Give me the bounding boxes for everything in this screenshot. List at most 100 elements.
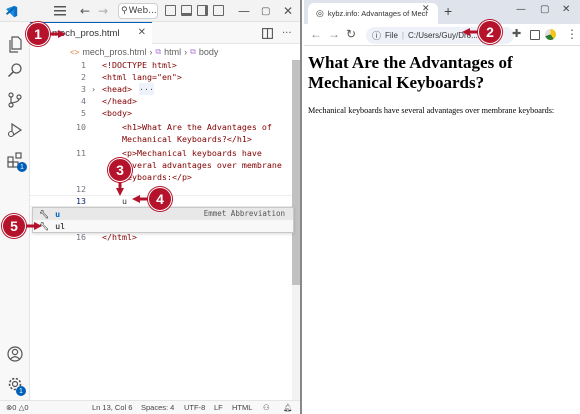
breadcrumb-file[interactable]: mech_pros.html (82, 47, 146, 57)
language-mode[interactable]: HTML (232, 403, 252, 412)
code-line: <html lang="en"> (102, 72, 182, 82)
command-center-search[interactable]: ⚲ Web... (118, 3, 158, 19)
fold-chevron-icon[interactable]: › (92, 85, 95, 94)
info-icon: ⓘ (372, 31, 382, 41)
customize-layout-icon[interactable] (213, 5, 224, 16)
notifications-bell-icon[interactable]: 🔔︎ (283, 403, 293, 412)
page-heading: What Are the Advantages of Mechanical Ke… (308, 53, 513, 92)
tab-close-icon[interactable]: ✕ (138, 27, 146, 38)
wrench-icon: 🔧︎ (39, 221, 50, 231)
browser-tabstrip: ◎ kybz.info: Advantages of Mecha ✕ + — ▢… (304, 0, 580, 24)
editor-scrollbar-thumb[interactable] (292, 60, 300, 285)
forward-arrow-icon[interactable]: → (98, 3, 108, 19)
element-icon: ⧉ (155, 47, 162, 56)
breadcrumb: <> mech_pros.html › ⧉ html › ⧉ body (30, 44, 300, 60)
line-number: 4 (81, 96, 86, 106)
copilot-icon[interactable]: ⚇ (263, 403, 270, 412)
manage-gear-icon[interactable]: 1 (0, 370, 30, 398)
close-window-icon[interactable]: ✕ (562, 4, 570, 15)
line-number: 10 (76, 122, 86, 132)
toggle-primary-sidebar-icon[interactable] (165, 5, 176, 16)
search-icon[interactable] (0, 56, 30, 84)
toggle-secondary-sidebar-icon[interactable] (197, 5, 208, 16)
side-panel-icon[interactable] (530, 30, 540, 40)
maximize-icon[interactable]: ▢ (540, 4, 549, 15)
callout-4: 4 (148, 187, 172, 211)
editor-tabs: mech_pros.html ✕ ··· (30, 22, 300, 44)
web-page-content: What Are the Advantages of Mechanical Ke… (304, 47, 580, 414)
code-line: <!DOCTYPE html> (102, 60, 177, 70)
encoding[interactable]: UTF-8 (184, 403, 205, 412)
extensions-badge: 1 (17, 162, 27, 172)
more-actions-icon[interactable]: ··· (282, 25, 292, 41)
globe-icon: ◎ (316, 8, 324, 18)
folded-ellipsis[interactable]: ··· (139, 83, 154, 95)
browser-tab[interactable]: ◎ kybz.info: Advantages of Mecha (308, 3, 438, 24)
callout-2: 2 (478, 20, 502, 44)
page-paragraph: Mechanical keyboards have several advant… (308, 106, 555, 115)
line-number: 5 (81, 108, 86, 118)
code-line: </head> (102, 96, 137, 106)
menu-icon[interactable] (54, 3, 66, 19)
forward-arrow-icon[interactable]: → (328, 27, 340, 41)
element-icon: ⧉ (190, 47, 196, 56)
line-number: 16 (76, 232, 86, 242)
profile-avatar[interactable] (545, 29, 556, 40)
minimize-icon[interactable]: — (516, 4, 526, 15)
line-number: 1 (81, 60, 86, 70)
status-bar: ⊗0 △0 Ln 13, Col 6 Spaces: 4 UTF-8 LF HT… (0, 400, 300, 414)
suggestion-widget: 🔧︎ u Emmet Abbreviation 🔧︎ ul (32, 207, 294, 233)
end-of-line[interactable]: LF (214, 403, 223, 412)
close-window-icon[interactable]: ✕ (283, 3, 293, 19)
line-number: 11 (76, 148, 86, 158)
reload-icon[interactable]: ↻ (346, 27, 356, 41)
html-file-icon: <> (70, 47, 80, 57)
line-number: 3 (81, 84, 86, 94)
browser-toolbar: ← → ↻ ⓘ File | C:/Users/Guy/Dro... ✚ ⋮ (304, 24, 580, 46)
callout-3: 3 (108, 158, 132, 182)
code-line: <h1>What Are the Advantages of (122, 122, 272, 132)
line-number: 12 (76, 184, 86, 194)
back-arrow-icon[interactable]: ← (80, 3, 90, 19)
separator: | (401, 31, 404, 40)
callout-1: 1 (26, 22, 50, 46)
extensions-icon[interactable]: 1 (0, 146, 30, 174)
chevron-right-icon: › (184, 47, 188, 57)
cursor-position[interactable]: Ln 13, Col 6 (92, 403, 132, 412)
chrome-window: ◎ kybz.info: Advantages of Mecha ✕ + — ▢… (304, 0, 580, 414)
activity-bar: 1 1 (0, 22, 30, 400)
run-debug-icon[interactable] (0, 116, 30, 144)
line-number: 13 (76, 196, 86, 206)
code-line: <p>Mechanical keyboards have (122, 148, 262, 158)
code-line: <body> (102, 108, 132, 118)
kebab-menu-icon[interactable]: ⋮ (566, 27, 578, 41)
source-control-icon[interactable] (0, 86, 30, 114)
accounts-icon[interactable] (0, 340, 30, 368)
minimize-icon[interactable]: — (238, 3, 250, 19)
tab-close-icon[interactable]: ✕ (422, 4, 430, 14)
vscode-logo-icon (5, 3, 18, 19)
problems-indicator[interactable]: ⊗0 △0 (6, 403, 29, 412)
extensions-puzzle-icon[interactable]: ✚ (512, 27, 521, 40)
split-editor-icon[interactable] (262, 25, 273, 41)
code-line: keyboards:</p> (122, 172, 192, 182)
indentation[interactable]: Spaces: 4 (141, 403, 174, 412)
wrench-icon: 🔧︎ (39, 209, 50, 219)
new-tab-icon[interactable]: + (444, 3, 452, 19)
code-line: Mechanical Keyboards?</h1> (122, 134, 252, 144)
suggestion-item[interactable]: 🔧︎ ul (33, 220, 293, 232)
breadcrumb-body[interactable]: body (199, 47, 219, 57)
code-line: <head> (102, 84, 132, 94)
maximize-icon[interactable]: ▢ (261, 3, 270, 19)
line-number: 2 (81, 72, 86, 82)
manage-badge: 1 (16, 386, 26, 396)
code-line: u (122, 196, 127, 206)
callout-5: 5 (2, 214, 26, 238)
chevron-right-icon: › (149, 47, 153, 57)
breadcrumb-html[interactable]: html (164, 47, 181, 57)
code-line: several advantages over membrane (122, 160, 282, 170)
toggle-panel-icon[interactable] (181, 5, 192, 16)
back-arrow-icon[interactable]: ← (310, 27, 322, 41)
vscode-titlebar: ← → ⚲ Web... — ▢ ✕ (0, 0, 300, 22)
search-icon: ⚲ (121, 6, 128, 16)
